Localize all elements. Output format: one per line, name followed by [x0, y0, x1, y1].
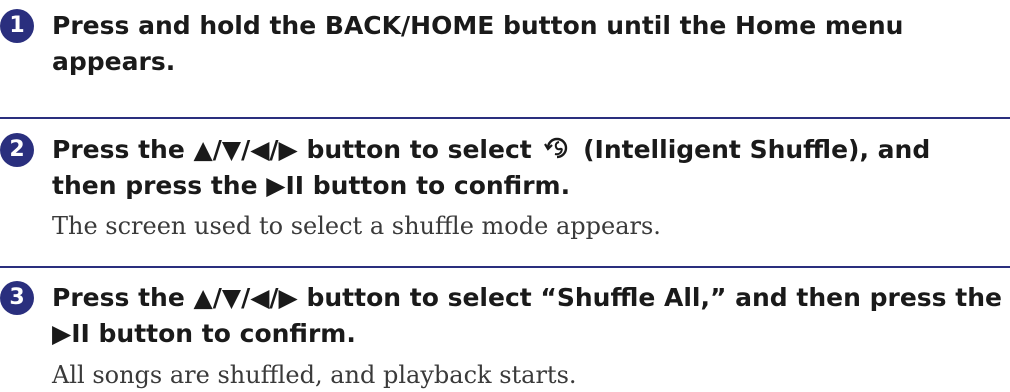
step-number-badge: 2: [0, 133, 34, 167]
step-number-badge: 3: [0, 281, 34, 315]
intelligent-shuffle-icon: [542, 134, 572, 162]
step-instruction: Press and hold the BACK/HOME button unti…: [52, 11, 904, 76]
step-instruction: Press the ▲/▼/◀/▶ button to select “Shuf…: [52, 283, 1002, 348]
step-instruction: Press the ▲/▼/◀/▶ button to select (Inte…: [52, 132, 1002, 204]
divider: [0, 266, 1010, 268]
step-result: All songs are shuffled, and playback sta…: [52, 361, 577, 389]
step-result: The screen used to select a shuffle mode…: [52, 212, 661, 240]
step-number-badge: 1: [0, 9, 34, 43]
divider: [0, 117, 1010, 119]
instruction-text: Press the ▲/▼/◀/▶ button to select: [52, 135, 541, 164]
